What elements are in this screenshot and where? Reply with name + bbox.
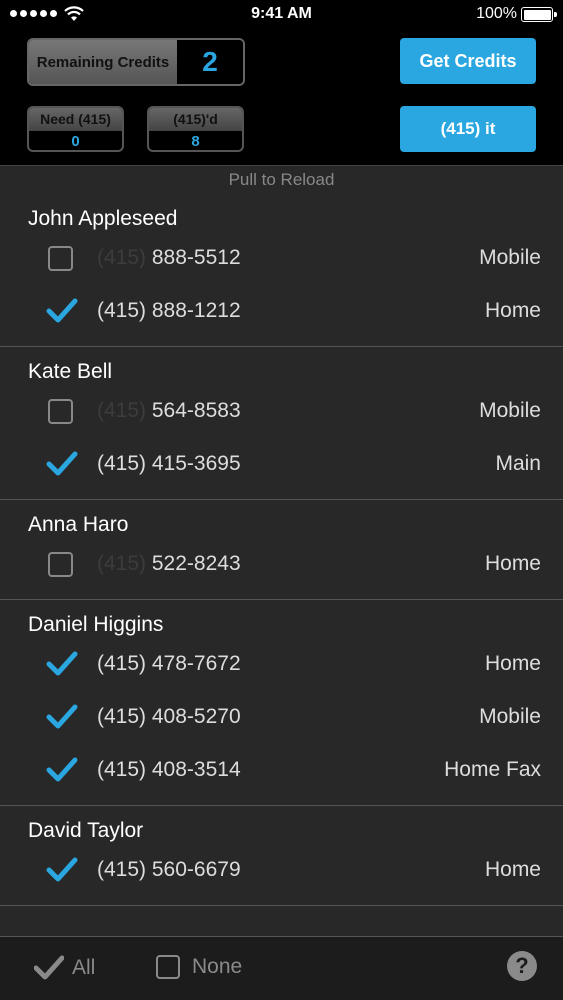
area-code: (415) <box>97 246 147 269</box>
help-icon[interactable]: ? <box>507 951 537 981</box>
phone-digits: 408-3514 <box>151 758 241 781</box>
phone-digits: 564-8583 <box>151 399 241 422</box>
contact-section: Anna Haro (415) 522-8243 Home <box>0 500 563 600</box>
phone-row[interactable]: (415) 478-7672 Home <box>0 638 563 691</box>
done-415-value: 8 <box>191 133 200 150</box>
phone-type: Home <box>484 652 541 675</box>
checkbox-icon[interactable] <box>48 552 73 577</box>
phone-type: Mobile <box>479 705 541 728</box>
phone-row[interactable]: (415) 888-5512 Mobile <box>0 232 563 285</box>
done-415-label: (415)'d <box>149 108 242 131</box>
phone-type: Home <box>484 552 541 575</box>
select-none-button[interactable]: None <box>156 955 242 979</box>
area-code: (415) <box>97 705 147 728</box>
remaining-credits-box: Remaining Credits 2 <box>27 38 245 86</box>
area-code: (415) <box>97 299 147 322</box>
phone-row[interactable]: (415) 408-5270 Mobile <box>0 691 563 744</box>
phone-type: Main <box>495 452 541 475</box>
contacts-container: John Appleseed (415) 888-5512 Mobile (415) … <box>0 194 563 906</box>
phone-digits: 560-6679 <box>151 858 241 881</box>
contact-name: David Taylor <box>28 819 144 842</box>
phone-row[interactable]: (415) 522-8243 Home <box>0 538 563 591</box>
bottom-toolbar: All None ? <box>0 936 563 1000</box>
area-code: (415) <box>97 552 147 575</box>
contact-name: John Appleseed <box>28 207 178 230</box>
phone-row[interactable]: (415) 408-3514 Home Fax <box>0 744 563 797</box>
checkbox-icon[interactable] <box>48 246 73 271</box>
need-415-box: Need (415) 0 <box>27 106 124 152</box>
contact-section: Kate Bell (415) 564-8583 Mobile (415) 415-3… <box>0 347 563 500</box>
select-none-label: None <box>192 955 243 978</box>
checkmark-icon[interactable] <box>46 297 78 325</box>
remaining-credits-value: 2 <box>177 40 243 84</box>
phone-number: (415) 564-8583 <box>97 399 241 423</box>
phone-digits: 478-7672 <box>151 652 241 675</box>
header: Remaining Credits 2 Get Credits Need (41… <box>0 30 563 166</box>
phone-type: Mobile <box>479 399 541 422</box>
phone-number: (415) 888-5512 <box>97 246 241 270</box>
need-415-label: Need (415) <box>29 108 122 131</box>
phone-digits: 888-5512 <box>151 246 241 269</box>
contact-section: Daniel Higgins (415) 478-7672 Home (415) 40… <box>0 600 563 806</box>
checkbox-icon[interactable] <box>48 399 73 424</box>
phone-digits: 408-5270 <box>151 705 241 728</box>
checkbox-icon <box>156 955 180 979</box>
phone-digits: 415-3695 <box>151 452 241 475</box>
phone-row[interactable]: (415) 415-3695 Main <box>0 438 563 491</box>
phone-number: (415) 888-1212 <box>97 299 241 323</box>
phone-digits: 522-8243 <box>151 552 241 575</box>
get-credits-button[interactable]: Get Credits <box>400 38 536 84</box>
415-it-button[interactable]: (415) it <box>400 106 536 152</box>
need-415-value: 0 <box>71 133 80 150</box>
area-code: (415) <box>97 858 147 881</box>
contact-name: Anna Haro <box>28 513 129 536</box>
phone-number: (415) 522-8243 <box>97 552 241 576</box>
contact-name: Daniel Higgins <box>28 613 164 636</box>
checkmark-icon[interactable] <box>46 650 78 678</box>
phone-row[interactable]: (415) 888-1212 Home <box>0 285 563 338</box>
phone-type: Home Fax <box>444 758 541 781</box>
contact-section: John Appleseed (415) 888-5512 Mobile (415) … <box>0 194 563 347</box>
phone-number: (415) 560-6679 <box>97 858 241 882</box>
phone-number: (415) 408-3514 <box>97 758 241 782</box>
area-code: (415) <box>97 452 147 475</box>
select-all-button[interactable]: All <box>34 955 95 981</box>
phone-number: (415) 408-5270 <box>97 705 241 729</box>
pull-to-reload: Pull to Reload <box>228 170 335 189</box>
phone-type: Home <box>484 858 541 881</box>
contact-section: David Taylor (415) 560-6679 Home <box>0 806 563 906</box>
area-code: (415) <box>97 399 147 422</box>
checkmark-icon[interactable] <box>46 703 78 731</box>
checkmark-icon[interactable] <box>46 756 78 784</box>
phone-type: Mobile <box>479 246 541 269</box>
area-code: (415) <box>97 758 147 781</box>
checkmark-icon <box>34 955 64 980</box>
phone-row[interactable]: (415) 564-8583 Mobile <box>0 385 563 438</box>
phone-number: (415) 478-7672 <box>97 652 241 676</box>
area-code: (415) <box>97 652 147 675</box>
checkmark-icon[interactable] <box>46 450 78 478</box>
phone-number: (415) 415-3695 <box>97 452 241 476</box>
status-bar: 9:41 AM 100% <box>0 0 563 30</box>
select-all-label: All <box>72 956 96 979</box>
done-415-box: (415)'d 8 <box>147 106 244 152</box>
battery-percent: 100% <box>476 5 517 22</box>
phone-type: Home <box>484 299 541 322</box>
phone-digits: 888-1212 <box>151 299 241 322</box>
contact-list[interactable]: Pull to Reload John Appleseed (415) 888-5… <box>0 166 563 936</box>
phone-row[interactable]: (415) 560-6679 Home <box>0 844 563 897</box>
contact-name: Kate Bell <box>28 360 113 383</box>
checkmark-icon[interactable] <box>46 856 78 884</box>
battery-icon <box>521 7 557 22</box>
remaining-credits-label: Remaining Credits <box>29 40 177 84</box>
